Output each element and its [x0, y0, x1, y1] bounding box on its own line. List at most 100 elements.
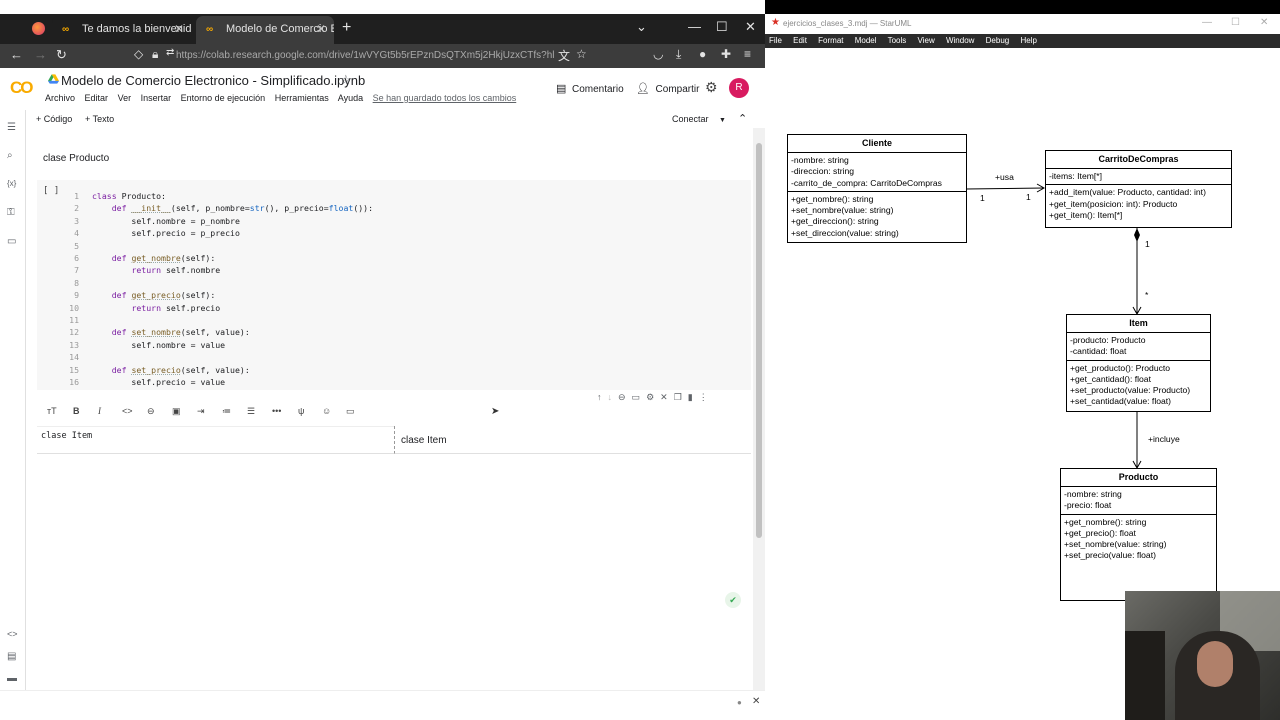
menu-insertar[interactable]: Insertar — [141, 93, 172, 103]
menu-model[interactable]: Model — [855, 36, 877, 45]
tab-notebook[interactable]: ∞ Modelo de Comercio Electroni... ✕ — [196, 16, 334, 44]
uml-class-item[interactable]: Item -producto: Producto -cantidad: floa… — [1066, 314, 1211, 412]
text-cell[interactable]: clase Producto — [43, 153, 109, 164]
markdown-source[interactable]: clase Item — [41, 431, 92, 441]
permissions-icon[interactable]: ⇄ — [166, 47, 174, 58]
download-icon[interactable]: ⤓ — [676, 47, 681, 62]
menu-window[interactable]: Window — [946, 36, 974, 45]
add-code-button[interactable]: + Código — [36, 114, 72, 124]
tab-bar: ∞ Te damos la bienvenida a Colab ✕ ∞ Mod… — [0, 14, 765, 44]
folder-icon[interactable]: ▭ — [7, 236, 16, 247]
operation: +get_item(): Item[*] — [1049, 209, 1123, 220]
reload-icon[interactable]: ↻ — [56, 47, 67, 63]
code-icon[interactable]: <> — [122, 406, 133, 416]
menu-help[interactable]: Help — [1020, 36, 1036, 45]
class-name: Item — [1067, 315, 1210, 333]
markdown-editor[interactable]: clase Item — [37, 426, 394, 454]
attribute: -producto: Producto — [1070, 335, 1146, 345]
variables-icon[interactable]: {x} — [7, 179, 16, 188]
save-status-link[interactable]: Se han guardado todos los cambios — [373, 93, 517, 103]
lock-icon[interactable]: 🔒︎ — [152, 47, 158, 62]
scrollbar-thumb[interactable] — [756, 143, 762, 538]
extensions-icon[interactable]: ✚ — [721, 47, 731, 61]
emoji-icon[interactable]: ☺ — [322, 406, 331, 416]
tab-colab-welcome[interactable]: ∞ Te damos la bienvenida a Colab ✕ — [52, 16, 192, 44]
uml-class-producto[interactable]: Producto -nombre: string -precio: float … — [1060, 468, 1217, 601]
command-palette-icon[interactable]: ▤ — [7, 651, 16, 662]
toc-icon[interactable]: ☰ — [7, 122, 16, 133]
window-title: ejercicios_clases_3.mdj — StarUML — [783, 19, 912, 28]
menu-file[interactable]: File — [769, 36, 782, 45]
terminal-icon[interactable]: ▬ — [7, 673, 17, 684]
share-button[interactable]: 👤︎ Compartir — [636, 82, 699, 95]
close-icon[interactable]: ✕ — [316, 22, 326, 36]
search-icon[interactable]: ⌕ — [7, 150, 13, 161]
close-window-icon[interactable]: ✕ — [1260, 17, 1268, 28]
bold-icon[interactable]: B — [73, 406, 80, 416]
maximize-icon[interactable]: ☐ — [1231, 17, 1240, 28]
chevron-down-icon[interactable]: ▼ — [719, 117, 726, 124]
add-text-button[interactable]: + Texto — [85, 114, 114, 124]
uml-class-cliente[interactable]: Cliente -nombre: string -direccion: stri… — [787, 134, 967, 243]
menu-debug[interactable]: Debug — [986, 36, 1010, 45]
menu-edit[interactable]: Edit — [793, 36, 807, 45]
menu-ver[interactable]: Ver — [118, 93, 132, 103]
colab-logo[interactable]: CO — [10, 78, 33, 98]
numbered-list-icon[interactable]: ≔ — [222, 406, 231, 417]
menu-view[interactable]: View — [918, 36, 935, 45]
minimize-icon[interactable]: — — [688, 19, 701, 34]
italic-icon[interactable]: I — [98, 406, 101, 416]
maximize-icon[interactable]: ☐ — [716, 19, 728, 35]
link-icon[interactable]: ⊖ — [147, 406, 155, 417]
menu-format[interactable]: Format — [818, 36, 843, 45]
menu-archivo[interactable]: Archivo — [45, 93, 75, 103]
indent-icon[interactable]: ⇥ — [197, 406, 205, 417]
minimize-icon[interactable]: — — [1202, 17, 1212, 28]
bulleted-list-icon[interactable]: ☰ — [247, 406, 255, 417]
key-icon[interactable]: ⚿ — [7, 207, 15, 218]
pocket-icon[interactable]: ◡ — [653, 47, 663, 61]
close-icon[interactable]: ✕ — [174, 22, 184, 36]
class-name: Cliente — [788, 135, 966, 153]
gear-icon[interactable]: ⚙ — [705, 79, 718, 96]
back-icon[interactable]: ← — [10, 47, 23, 62]
preview-toggle-icon[interactable]: ▭ — [346, 406, 355, 417]
menu-ayuda[interactable]: Ayuda — [338, 93, 363, 103]
class-name: Producto — [1061, 469, 1216, 487]
code-cell[interactable]: [ ] 1 class Producto: 2 def __init__(self,… — [37, 180, 751, 390]
horizontal-rule-icon[interactable]: ••• — [272, 406, 281, 416]
operation: +get_nombre(): string — [1064, 516, 1147, 527]
account-icon[interactable]: ● — [699, 47, 706, 61]
image-icon[interactable]: ▣ — [172, 406, 181, 417]
menu-herramientas[interactable]: Herramientas — [275, 93, 329, 103]
psi-icon[interactable]: ψ — [298, 406, 304, 416]
run-cell-button[interactable]: [ ] — [43, 186, 59, 196]
tab-list-icon[interactable]: ⌄ — [636, 19, 647, 35]
menu-entorno[interactable]: Entorno de ejecución — [181, 93, 266, 103]
new-tab-icon[interactable]: + — [342, 19, 351, 37]
address-bar[interactable]: https://colab.research.google.com/drive/… — [176, 47, 554, 65]
notebook-title[interactable]: Modelo de Comercio Electronico - Simplif… — [61, 73, 365, 88]
close-icon[interactable]: ✕ — [752, 696, 760, 707]
heading-icon[interactable]: тT — [47, 406, 57, 416]
star-icon[interactable]: ☆ — [340, 72, 352, 88]
translate-icon[interactable]: 文 — [558, 47, 570, 64]
comment-button[interactable]: ▤ Comentario — [556, 82, 624, 95]
chevron-up-icon[interactable]: ⌃ — [738, 112, 747, 125]
connect-button[interactable]: Conectar ▼ — [672, 114, 726, 124]
menu-editar[interactable]: Editar — [85, 93, 109, 103]
code-text: class Producto: — [92, 191, 166, 201]
operation: +get_direccion(): string — [791, 216, 879, 227]
bookmark-star-icon[interactable]: ☆ — [576, 47, 587, 61]
close-window-icon[interactable]: ✕ — [745, 19, 756, 35]
menu-icon[interactable]: ≡ — [744, 47, 751, 61]
uml-class-carritodecompras[interactable]: CarritoDeCompras -items: Item[*] +add_it… — [1045, 150, 1232, 228]
menu-tools[interactable]: Tools — [888, 36, 907, 45]
scrollbar[interactable] — [753, 128, 765, 690]
shield-check-icon[interactable]: ✔ — [725, 592, 741, 608]
composition-diamond-icon — [1134, 228, 1140, 242]
forward-icon[interactable]: → — [34, 47, 47, 62]
avatar[interactable]: R — [729, 78, 749, 98]
code-snippets-icon[interactable]: <> — [7, 629, 18, 639]
shield-tracking-icon[interactable]: ◇ — [134, 47, 143, 61]
